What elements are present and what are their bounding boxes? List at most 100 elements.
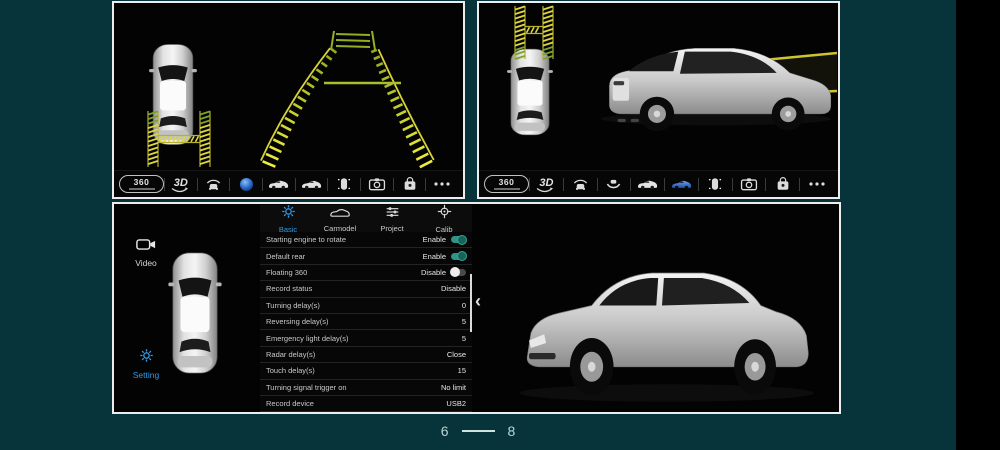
crosshair-icon	[437, 204, 452, 224]
setting-row[interactable]: Floating 360 Disable	[260, 265, 472, 282]
toggle-knob	[457, 234, 467, 245]
badge-3d: 3D	[171, 177, 188, 192]
setting-row[interactable]: Record device USB2	[260, 396, 472, 412]
birdseye-view	[479, 3, 591, 170]
setting-row[interactable]: Emergency light delay(s) 5	[260, 330, 472, 347]
parking-guide-ladder	[514, 5, 554, 60]
settings-panel: Video Setting Basic Carmodel Project Calib …	[112, 202, 841, 414]
setting-row[interactable]: Starting engine to rotate Enable	[260, 232, 472, 249]
dvr-bag-icon[interactable]	[766, 171, 799, 197]
setting-value: 0	[461, 300, 466, 310]
badge-3d: 3D	[536, 177, 553, 192]
rear-camera-view	[228, 3, 463, 170]
badge-360-label: 360	[133, 177, 150, 188]
badge-360-label: 360	[498, 177, 515, 188]
top-left-camera-panel: 360 3D	[112, 1, 465, 199]
setting-label: Radar delay(s)	[266, 349, 316, 359]
toggle-knob	[450, 267, 460, 278]
camera-toolbar: 360 3D	[114, 170, 463, 197]
setting-value: 5	[461, 317, 466, 327]
setting-row[interactable]: Record status Disable	[260, 281, 472, 298]
tab-label: Basic	[278, 224, 298, 234]
setting-value: Disable	[420, 267, 446, 277]
toggle-knob	[457, 251, 467, 262]
car-3d-view-icon[interactable]	[665, 171, 698, 197]
tab-label: Carmodel	[323, 223, 357, 233]
more-options-icon[interactable]	[426, 171, 458, 197]
sidebar-item-video[interactable]: Video	[122, 238, 170, 268]
sidebar-item-setting[interactable]: Setting	[122, 348, 170, 380]
toggle-on[interactable]	[451, 234, 467, 245]
tab-label: Calib	[435, 224, 453, 234]
settings-scrollbar[interactable]	[470, 274, 472, 332]
bowl-view-icon[interactable]	[598, 171, 631, 197]
setting-label: Reversing delay(s)	[266, 317, 329, 327]
car-side-view-icon[interactable]	[631, 171, 664, 197]
setting-value: 15	[457, 366, 466, 376]
pagination-current[interactable]: 6	[441, 423, 449, 439]
view-360-button[interactable]: 360	[119, 171, 164, 197]
car-top-view	[166, 250, 224, 376]
setting-row[interactable]: Touch delay(s) 15	[260, 363, 472, 380]
toggle-off[interactable]	[450, 267, 466, 278]
collapse-chevron-left-icon[interactable]: ‹	[475, 292, 481, 310]
settings-rows: Starting engine to rotate Enable Default …	[260, 232, 472, 412]
tab-label: Project	[380, 223, 404, 233]
gear-icon	[281, 204, 296, 224]
setting-value: No limit	[440, 382, 466, 392]
setting-value: Enable	[422, 251, 446, 261]
right-black-strip	[956, 0, 1000, 450]
gear-icon	[139, 348, 154, 368]
setting-row[interactable]: Reversing delay(s) 5	[260, 314, 472, 331]
dvr-bag-icon[interactable]	[394, 171, 426, 197]
caroutline-icon	[329, 205, 351, 223]
setting-row[interactable]: Radar delay(s) Close	[260, 347, 472, 364]
badge-360-subtext	[493, 188, 520, 190]
setting-value: 5	[461, 333, 466, 343]
tab-carmodel[interactable]: Carmodel	[314, 205, 366, 233]
birdseye-view	[114, 3, 228, 170]
radar-view-icon[interactable]	[328, 171, 360, 197]
sidebar-setting-label: Setting	[132, 370, 160, 380]
camera-toolbar: 360 3D	[479, 170, 838, 197]
car-3d-view-icon[interactable]	[296, 171, 328, 197]
tab-project[interactable]: Project	[366, 205, 418, 233]
bowl-view-icon[interactable]	[230, 171, 262, 197]
top-right-camera-panel: 360 3D	[477, 1, 840, 199]
view-3d-button[interactable]: 3D	[530, 171, 563, 197]
sidebar-video-label: Video	[135, 258, 157, 268]
tab-calib[interactable]: Calib	[418, 204, 470, 234]
badge-360: 360	[119, 175, 164, 193]
snapshot-camera-icon[interactable]	[733, 171, 766, 197]
setting-value: Enable	[422, 235, 446, 245]
car-3d-side-view	[482, 205, 839, 412]
more-options-icon[interactable]	[800, 171, 833, 197]
front-camera-view-icon[interactable]	[198, 171, 230, 197]
setting-row[interactable]: Turning signal trigger on No limit	[260, 380, 472, 396]
video-camera-icon	[136, 238, 156, 256]
snapshot-camera-icon[interactable]	[361, 171, 393, 197]
setting-row[interactable]: Default rear Enable	[260, 248, 472, 265]
setting-label: Floating 360	[266, 267, 308, 277]
setting-label: Emergency light delay(s)	[266, 333, 349, 343]
badge-360-subtext	[128, 188, 155, 190]
settings-tabs: Basic Carmodel Project Calib	[260, 204, 472, 234]
car-side-view-icon[interactable]	[263, 171, 295, 197]
setting-label: Default rear	[266, 251, 306, 261]
front-camera-view-icon[interactable]	[564, 171, 597, 197]
setting-label: Starting engine to rotate	[266, 235, 347, 245]
toggle-on[interactable]	[451, 251, 467, 262]
view-360-button[interactable]: 360	[484, 171, 529, 197]
setting-row[interactable]: Turning delay(s) 0	[260, 298, 472, 314]
radar-view-icon[interactable]	[699, 171, 732, 197]
setting-label: Turning signal trigger on	[266, 382, 347, 392]
setting-value: Disable	[440, 284, 466, 294]
setting-label: Turning delay(s)	[266, 300, 320, 310]
parking-guide-ladder	[147, 110, 211, 167]
pagination: 6 8	[0, 423, 956, 439]
view-3d-button[interactable]: 3D	[165, 171, 197, 197]
setting-label: Record status	[266, 284, 313, 294]
pagination-total[interactable]: 8	[508, 423, 516, 439]
tab-basic[interactable]: Basic	[262, 204, 314, 234]
setting-value: Close	[446, 349, 466, 359]
